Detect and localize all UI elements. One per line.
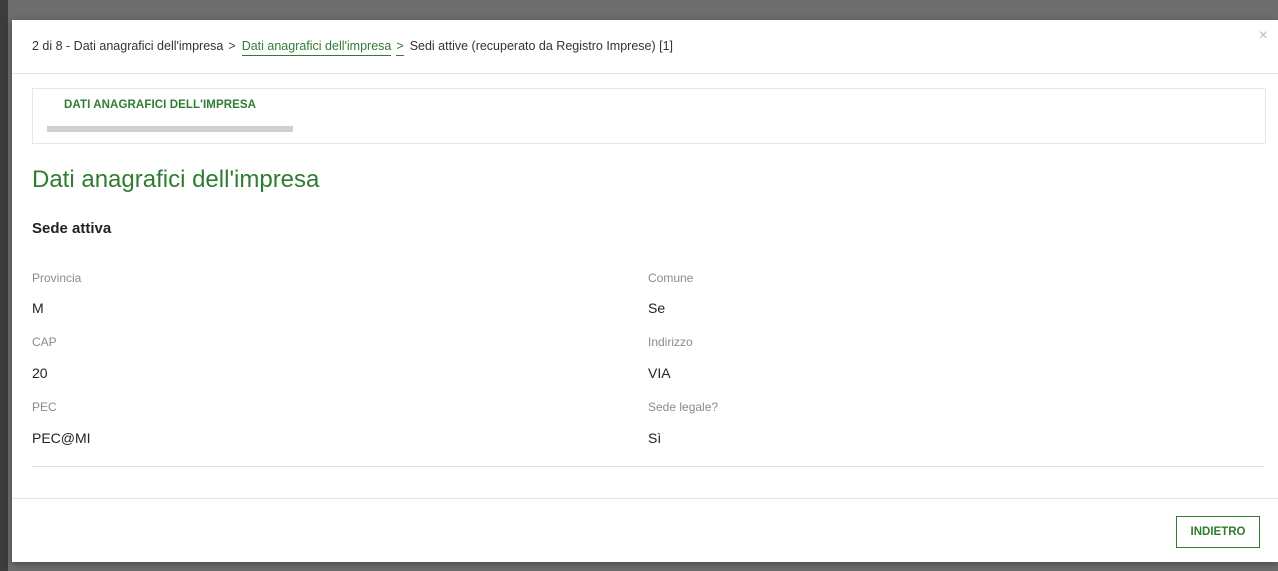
- close-icon[interactable]: ×: [1259, 28, 1268, 44]
- sede-legale-value: Sì: [648, 430, 662, 446]
- content-divider: [32, 466, 1264, 467]
- background-page-edge: [0, 0, 8, 571]
- cap-label: CAP: [32, 335, 57, 349]
- cap-value: 20: [32, 365, 48, 381]
- indirizzo-label: Indirizzo: [648, 335, 693, 349]
- detail-modal: 2 di 8 - Dati anagrafici dell'impresa > Da…: [12, 20, 1278, 562]
- indirizzo-value: VIA: [648, 365, 671, 381]
- breadcrumb-step: 2 di 8 - Dati anagrafici dell'impresa: [32, 39, 224, 53]
- comune-label: Comune: [648, 271, 694, 285]
- pec-value: PEC@MI: [32, 430, 91, 446]
- back-button[interactable]: INDIETRO: [1176, 516, 1260, 548]
- footer-divider: [12, 498, 1278, 499]
- breadcrumb-current: Sedi attive (recuperato da Registro Impr…: [409, 39, 674, 53]
- step-progress-bar: [47, 126, 293, 132]
- pec-label: PEC: [32, 400, 57, 414]
- breadcrumb-separator: >: [228, 39, 236, 53]
- comune-value: Se: [648, 300, 666, 316]
- section-title: Sede attiva: [32, 220, 112, 237]
- sede-legale-label: Sede legale?: [648, 400, 719, 414]
- modal-header: 2 di 8 - Dati anagrafici dell'impresa > Da…: [12, 20, 1278, 74]
- breadcrumb: 2 di 8 - Dati anagrafici dell'impresa > Da…: [32, 39, 674, 56]
- breadcrumb-link-dati-anagrafici[interactable]: Dati anagrafici dell'impresa: [241, 39, 392, 56]
- step-title: DATI ANAGRAFICI DELL'IMPRESA: [64, 99, 257, 111]
- page-title: Dati anagrafici dell'impresa: [32, 166, 320, 193]
- breadcrumb-separator: >: [396, 39, 404, 56]
- provincia-label: Provincia: [32, 271, 82, 285]
- step-indicator: DATI ANAGRAFICI DELL'IMPRESA: [32, 88, 1266, 144]
- provincia-value: M: [32, 300, 44, 316]
